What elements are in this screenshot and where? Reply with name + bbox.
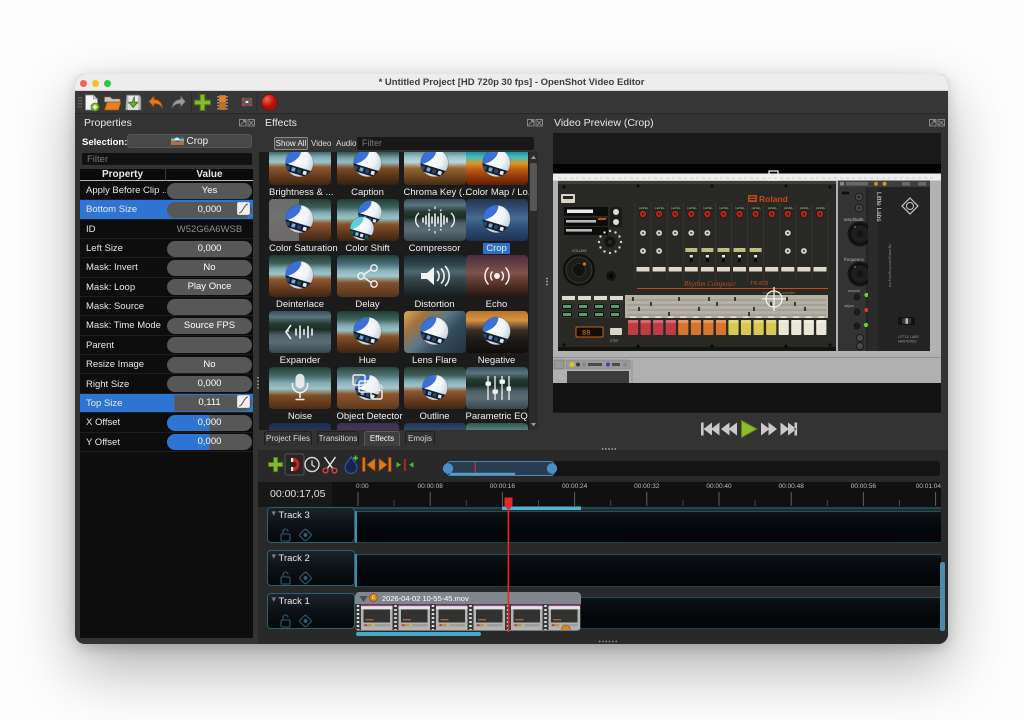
svg-text:LEVEL: LEVEL bbox=[687, 206, 697, 210]
svg-text:00:00:48: 00:00:48 bbox=[779, 483, 805, 490]
svg-text:LEVEL: LEVEL bbox=[736, 206, 746, 210]
svg-text:LEVEL: LEVEL bbox=[655, 206, 665, 210]
svg-text:Roland: Roland bbox=[759, 194, 788, 204]
svg-text:00:00:16: 00:00:16 bbox=[490, 483, 516, 490]
svg-text:00:00:08: 00:00:08 bbox=[418, 483, 444, 490]
svg-text:adjust: adjust bbox=[844, 304, 854, 308]
svg-text:VOLUME: VOLUME bbox=[572, 249, 587, 253]
svg-text:STEP: STEP bbox=[610, 339, 618, 343]
svg-text:88: 88 bbox=[582, 330, 590, 338]
svg-text:LEVEL: LEVEL bbox=[720, 206, 730, 210]
svg-text:LEVEL: LEVEL bbox=[800, 206, 810, 210]
svg-text:amplitude: amplitude bbox=[844, 217, 864, 222]
svg-text:00:00:56: 00:00:56 bbox=[851, 483, 877, 490]
svg-text:frequency: frequency bbox=[844, 257, 865, 262]
svg-text:MASTERED: MASTERED bbox=[898, 340, 917, 344]
svg-text:LEVEL: LEVEL bbox=[768, 206, 778, 210]
svg-text:Little Labs: Little Labs bbox=[875, 192, 882, 222]
svg-text:0:00: 0:00 bbox=[356, 483, 369, 490]
svg-text:00:00:40: 00:00:40 bbox=[706, 483, 732, 490]
svg-text:00:01:04: 00:01:04 bbox=[916, 483, 942, 490]
svg-text:LEVEL: LEVEL bbox=[671, 206, 681, 210]
svg-text:LEVEL: LEVEL bbox=[703, 206, 713, 210]
svg-text:00:00:17,05: 00:00:17,05 bbox=[270, 488, 326, 500]
svg-text:LEVEL: LEVEL bbox=[816, 206, 826, 210]
svg-text:00:00:24: 00:00:24 bbox=[562, 483, 588, 490]
svg-text:00:00:32: 00:00:32 bbox=[634, 483, 660, 490]
svg-text:LEVEL: LEVEL bbox=[784, 206, 794, 210]
svg-text:Rhythm Composer: Rhythm Composer bbox=[683, 280, 736, 288]
svg-text:LEVEL: LEVEL bbox=[639, 206, 649, 210]
svg-text:TR-808: TR-808 bbox=[750, 281, 768, 287]
svg-text:smooth: smooth bbox=[848, 289, 860, 293]
svg-text:LEVEL: LEVEL bbox=[752, 206, 762, 210]
svg-text:LITTLE LABS: LITTLE LABS bbox=[898, 335, 919, 339]
svg-text:big analog bass frequency tool: big analog bass frequency tool bbox=[888, 244, 892, 288]
